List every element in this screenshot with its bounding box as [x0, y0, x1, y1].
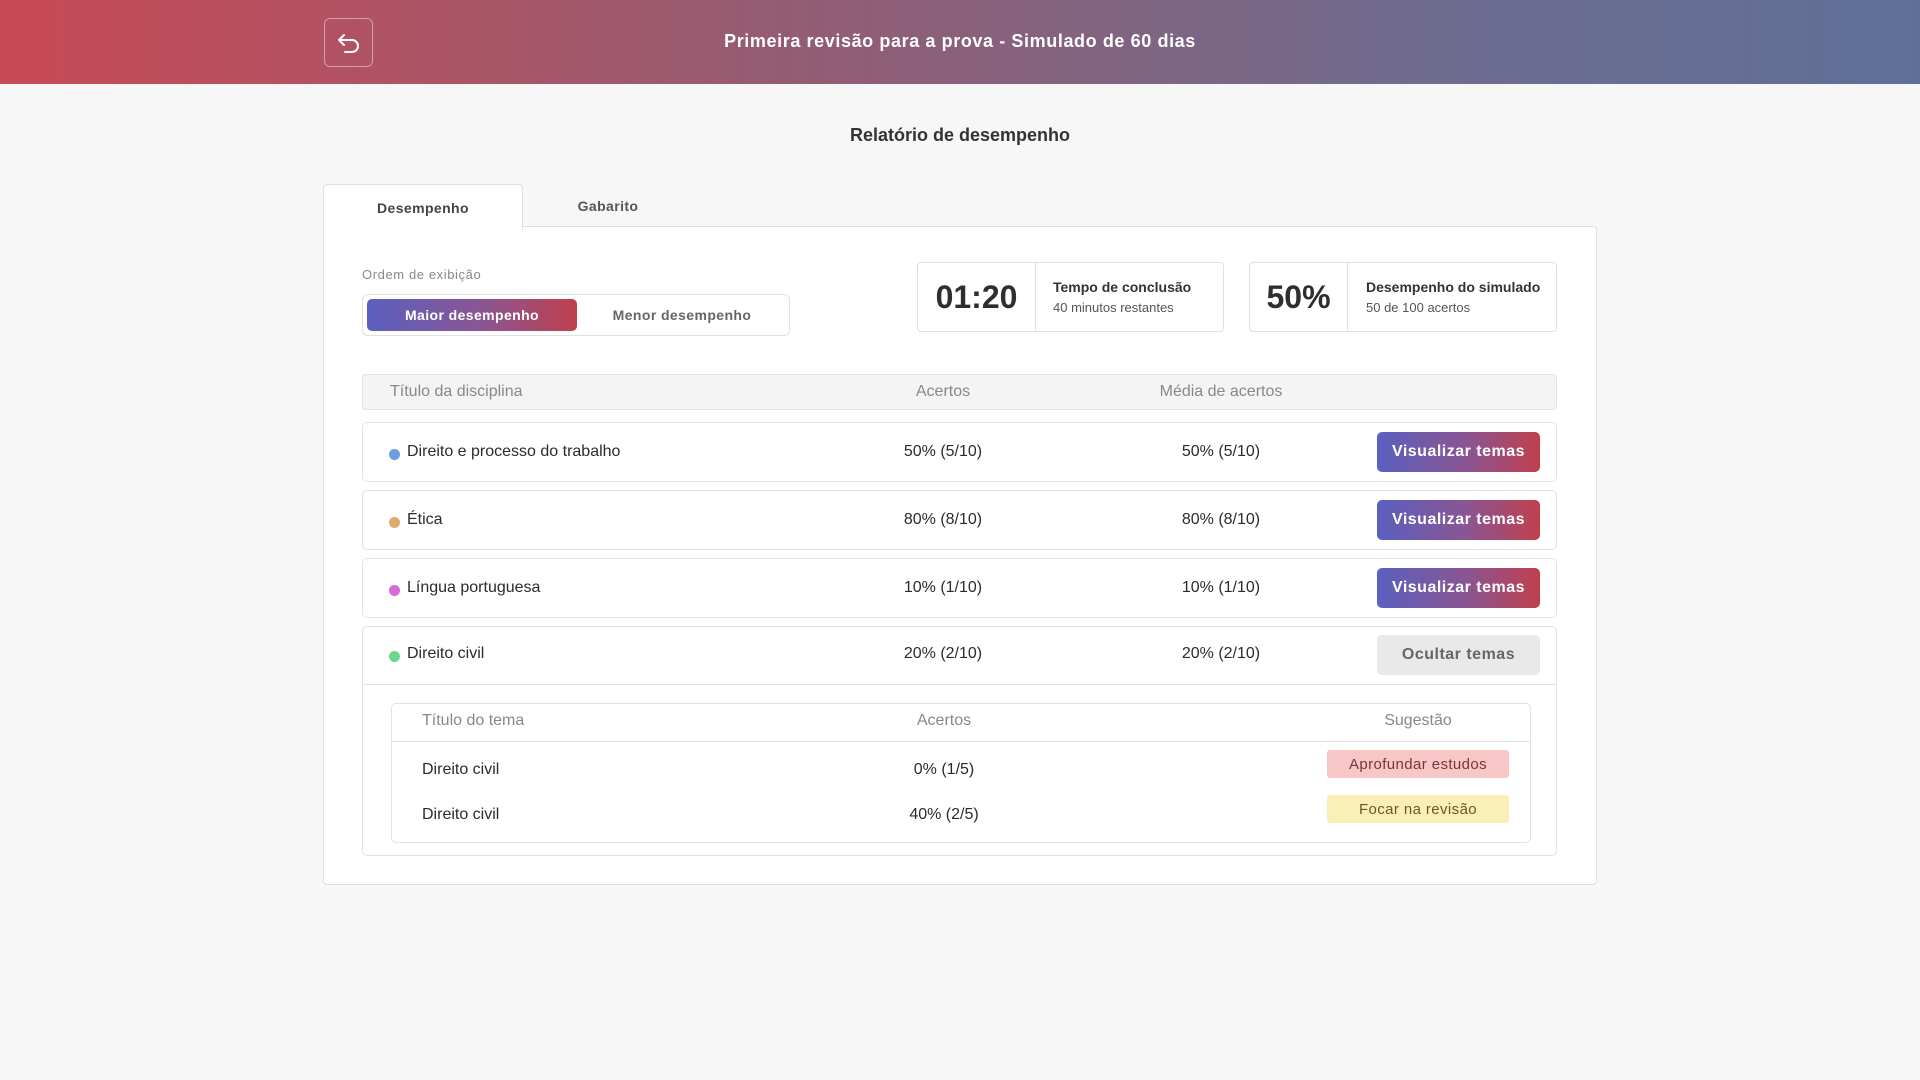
table-header: Título da disciplina Acertos Média de ac… [362, 374, 1557, 410]
discipline-media: 50% (5/10) [1181, 443, 1261, 460]
exam-performance-subtitle: 50 de 100 acertos [1366, 300, 1471, 315]
view-themes-button[interactable]: Visualizar temas [1377, 432, 1540, 472]
completion-time-value: 01:20 [918, 263, 1036, 331]
expanded-discipline-row: Direito civil 20% (2/10) 20% (2/10) Ocul… [362, 626, 1557, 856]
column-header-theme-acertos: Acertos [916, 712, 972, 729]
order-option-highest[interactable]: Maior desempenho [367, 299, 577, 331]
exam-performance-value: 50% [1250, 263, 1348, 331]
column-header-theme: Título do tema [422, 712, 525, 729]
completion-time-subtitle: 40 minutos restantes [1053, 300, 1174, 315]
discipline-acertos: 50% (5/10) [903, 443, 983, 460]
view-themes-button[interactable]: Visualizar temas [1377, 568, 1540, 608]
exam-performance-title: Desempenho do simulado [1366, 279, 1541, 295]
discipline-name: Direito e processo do trabalho [407, 443, 621, 460]
tab-gabarito[interactable]: Gabarito [523, 184, 693, 228]
discipline-media: 10% (1/10) [1181, 579, 1261, 596]
column-header-suggestion: Sugestão [1384, 712, 1452, 729]
column-header-discipline: Título da disciplina [390, 383, 523, 400]
discipline-acertos: 10% (1/10) [903, 579, 983, 596]
theme-acertos: 0% (1/5) [913, 761, 975, 778]
theme-row: Direito civil 0% (1/5) Aprofundar estudo… [392, 750, 1530, 790]
theme-name: Direito civil [422, 806, 500, 823]
completion-time-card: 01:20 Tempo de conclusão 40 minutos rest… [917, 262, 1224, 332]
column-header-acertos: Acertos [915, 383, 971, 400]
suggestion-badge: Focar na revisão [1327, 795, 1509, 823]
top-bar: Primeira revisão para a prova - Simulado… [0, 0, 1920, 84]
table-row: Direito e processo do trabalho 50% (5/10… [362, 422, 1557, 482]
order-label: Ordem de exibição [362, 267, 482, 282]
order-toggle: Maior desempenho Menor desempenho [362, 294, 790, 336]
suggestion-badge: Aprofundar estudos [1327, 750, 1509, 778]
discipline-media: 20% (2/10) [1181, 645, 1261, 662]
discipline-acertos: 20% (2/10) [903, 645, 983, 662]
page-title: Primeira revisão para a prova - Simulado… [724, 31, 1196, 51]
discipline-color-dot [389, 585, 400, 596]
themes-header: Título do tema Acertos Sugestão [392, 704, 1530, 742]
discipline-acertos: 80% (8/10) [903, 511, 983, 528]
theme-acertos: 40% (2/5) [909, 806, 979, 823]
discipline-color-dot [389, 517, 400, 528]
table-row: Língua portuguesa 10% (1/10) 10% (1/10) … [362, 558, 1557, 618]
table-row: Direito civil 20% (2/10) 20% (2/10) Ocul… [363, 627, 1556, 685]
completion-time-title: Tempo de conclusão [1053, 279, 1192, 295]
tab-desempenho[interactable]: Desempenho [323, 184, 523, 230]
exam-performance-card: 50% Desempenho do simulado 50 de 100 ace… [1249, 262, 1557, 332]
order-option-lowest[interactable]: Menor desempenho [577, 299, 787, 331]
discipline-name: Ética [407, 511, 443, 528]
theme-row: Direito civil 40% (2/5) Focar na revisão [392, 795, 1530, 835]
discipline-name: Direito civil [407, 645, 485, 662]
hide-themes-button[interactable]: Ocultar temas [1377, 635, 1540, 675]
report-heading: Relatório de desempenho [849, 125, 1071, 145]
discipline-color-dot [389, 449, 400, 460]
discipline-color-dot [389, 651, 400, 662]
discipline-name: Língua portuguesa [407, 579, 541, 596]
discipline-media: 80% (8/10) [1181, 511, 1261, 528]
table-row: Ética 80% (8/10) 80% (8/10) Visualizar t… [362, 490, 1557, 550]
view-themes-button[interactable]: Visualizar temas [1377, 500, 1540, 540]
themes-subtable: Título do tema Acertos Sugestão Direito … [391, 703, 1531, 843]
column-header-media: Média de acertos [1159, 383, 1283, 400]
theme-name: Direito civil [422, 761, 500, 778]
